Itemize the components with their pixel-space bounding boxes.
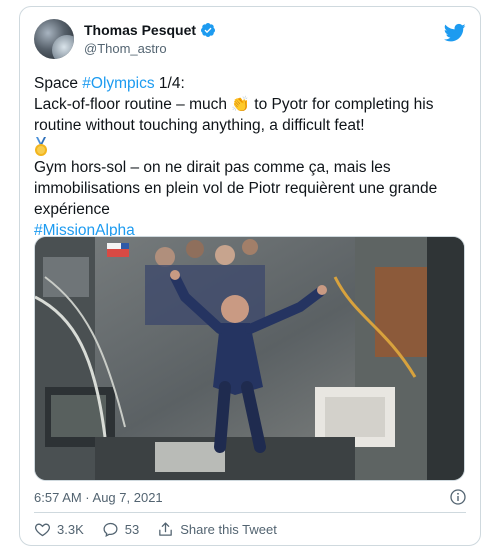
- tweet-line-routine: Lack-of-floor routine – much 👏 to Pyotr …: [34, 96, 434, 134]
- author-display-name[interactable]: Thomas Pesquet: [84, 22, 196, 38]
- tweet-line-french: Gym hors-sol – on ne dirait pas comme ça…: [34, 159, 438, 218]
- like-count: 3.3K: [57, 521, 84, 537]
- tweet-actions: 3.3K 53 Share this Tweet: [34, 518, 295, 540]
- tweet-line-olympics: Space #Olympics 1/4:: [34, 75, 185, 92]
- tweet-text: Space #Olympics 1/4: Lack-of-floor routi…: [34, 73, 470, 241]
- tweet-timestamp[interactable]: 6:57 AM · Aug 7, 2021: [34, 490, 163, 505]
- verified-badge-icon: [201, 23, 216, 37]
- tweet-meta: 6:57 AM · Aug 7, 2021: [34, 486, 466, 508]
- tweet-card[interactable]: Thomas Pesquet @Thom_astro Space #Olympi…: [19, 6, 481, 546]
- share-label: Share this Tweet: [180, 521, 277, 537]
- author-name-line[interactable]: Thomas Pesquet: [84, 22, 216, 38]
- reply-bubble-icon: [103, 522, 118, 537]
- avatar[interactable]: [34, 19, 74, 59]
- reply-count: 53: [124, 521, 140, 537]
- author-handle[interactable]: @Thom_astro: [84, 41, 167, 56]
- gold-medal-icon: [35, 136, 47, 156]
- share-button[interactable]: Share this Tweet: [157, 521, 277, 538]
- heart-icon: [35, 523, 50, 536]
- twitter-bird-icon[interactable]: [444, 23, 466, 43]
- share-icon: [159, 521, 173, 536]
- iss-gym-photo: [35, 237, 464, 480]
- divider: [34, 512, 466, 513]
- like-button[interactable]: 3.3K: [34, 521, 84, 538]
- clap-emoji-icon: 👏: [231, 96, 250, 113]
- tweet-line-medal: [34, 136, 470, 157]
- info-icon[interactable]: [450, 489, 466, 505]
- hashtag-olympics[interactable]: #Olympics: [82, 75, 154, 92]
- tweet-media-image[interactable]: [34, 236, 465, 481]
- reply-button[interactable]: 53: [102, 521, 139, 538]
- tweet-header: Thomas Pesquet @Thom_astro: [34, 19, 466, 63]
